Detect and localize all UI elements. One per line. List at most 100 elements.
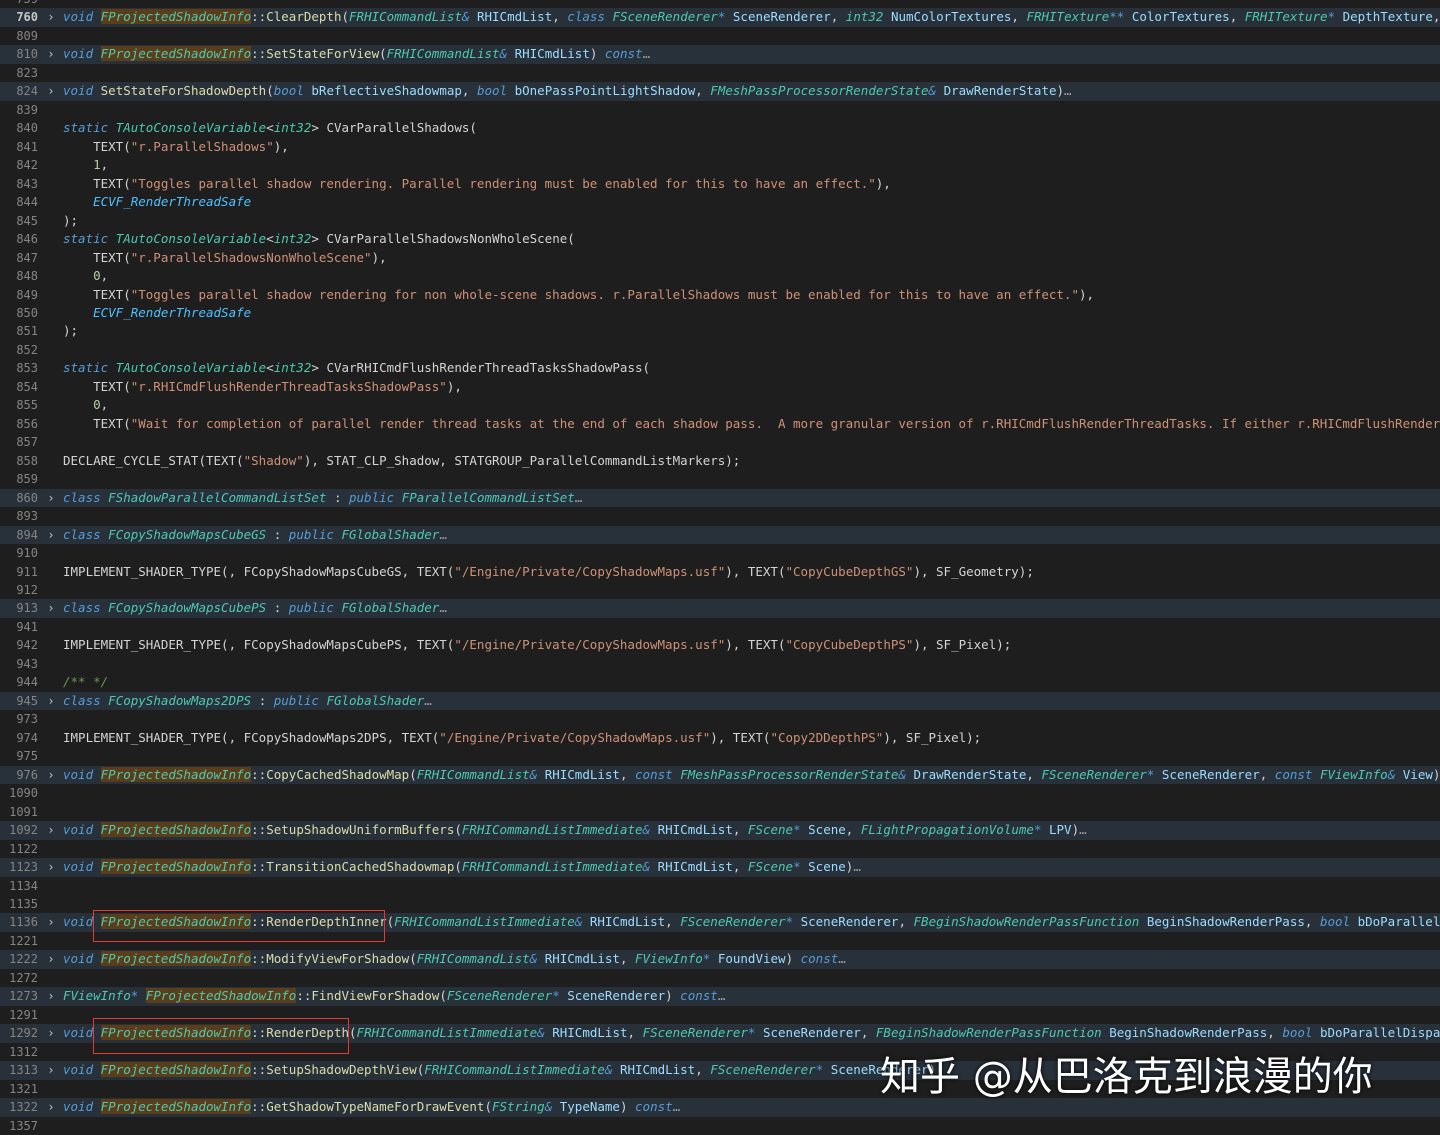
fold-chevron-icon[interactable]: › (44, 526, 58, 544)
code-token: … (717, 988, 726, 1004)
code-line[interactable]: 894 › class FCopyShadowMapsCubeGS : public… (0, 525, 1440, 545)
code-line[interactable]: 1273 › FViewInfo * FProjectedShadowInfo::Fi… (0, 987, 1440, 1006)
code-token: RHICmdList (552, 1025, 628, 1041)
code-line[interactable]: 824 › void SetStateForShadowDepth(bool bRe… (0, 82, 1440, 101)
code-line[interactable]: 860 › class FShadowParallelCommandListSet … (0, 488, 1440, 508)
code-line[interactable]: 841 TEXT("r.ParallelShadows"), (0, 138, 1440, 156)
code-line[interactable]: 912 (0, 581, 1440, 599)
code-line[interactable]: 945 › class FCopyShadowMaps2DPS : public F… (0, 691, 1440, 711)
code-line[interactable]: 974 IMPLEMENT_SHADER_TYPE(, FCopyShadowMa… (0, 729, 1440, 747)
fold-chevron-icon[interactable]: › (44, 692, 58, 710)
code-token: void (63, 1062, 94, 1078)
code-line[interactable]: 1222 › void FProjectedShadowInfo::ModifyVi… (0, 950, 1440, 969)
code-token: ECVF_RenderThreadSafe (93, 304, 252, 320)
code-token: "Toggles parallel shadow rendering. Para… (130, 175, 876, 191)
code-token: * (785, 914, 794, 930)
code-line[interactable]: 856 TEXT("Wait for completion of paralle… (0, 415, 1440, 433)
code-token: FCopyShadowMapsCubeGS (108, 526, 267, 542)
code-line[interactable]: 1122 (0, 840, 1440, 858)
code-line[interactable]: 1291 (0, 1006, 1440, 1024)
code-line[interactable]: 1357 (0, 1117, 1440, 1135)
code-line[interactable]: 943 (0, 655, 1440, 673)
line-number: 1291 (9, 1007, 38, 1022)
fold-chevron-icon[interactable]: › (44, 599, 58, 617)
code-line[interactable]: 842 1, (0, 156, 1440, 174)
code-line[interactable]: 944 /** */ (0, 673, 1440, 691)
code-token: , (1267, 1025, 1283, 1041)
fold-chevron-icon[interactable]: › (44, 1098, 58, 1116)
code-line[interactable]: 1091 (0, 803, 1440, 821)
code-line[interactable]: 1136 › void FProjectedShadowInfo::RenderDe… (0, 913, 1440, 932)
code-line[interactable]: 839 (0, 101, 1440, 119)
code-line[interactable]: 850 ECVF_RenderThreadSafe (0, 304, 1440, 322)
code-token: FCopyShadowMapsCubePS (108, 600, 267, 616)
code-token: & (928, 83, 937, 99)
code-line[interactable]: 911 IMPLEMENT_SHADER_TYPE(, FCopyShadowMa… (0, 563, 1440, 581)
fold-chevron-icon[interactable]: › (44, 950, 58, 968)
fold-chevron-icon[interactable]: › (44, 1024, 58, 1042)
code-token: FindViewForShadow (311, 988, 440, 1004)
fold-chevron-icon[interactable]: › (44, 1061, 58, 1079)
code-line[interactable]: 975 (0, 747, 1440, 765)
code-line[interactable]: 913 › class FCopyShadowMapsCubePS : public… (0, 599, 1440, 618)
fold-chevron-icon[interactable]: › (44, 821, 58, 839)
code-token: FProjectedShadowInfo (100, 9, 252, 25)
code-editor[interactable]: 759760›void FProjectedShadowInfo::ClearD… (0, 0, 1440, 1135)
code-token: "/Engine/Private/CopyShadowMaps.usf" (439, 729, 711, 745)
code-line[interactable]: 1090 (0, 784, 1440, 802)
code-line[interactable]: 941 (0, 618, 1440, 636)
code-line[interactable]: 942 IMPLEMENT_SHADER_TYPE(, FCopyShadowMa… (0, 636, 1440, 654)
code-text: IMPLEMENT_SHADER_TYPE(, FCopyShadowMapsC… (63, 636, 1440, 654)
code-line[interactable]: 854 TEXT("r.RHICmdFlushRenderThreadTasks… (0, 378, 1440, 396)
fold-chevron-icon[interactable]: › (44, 766, 58, 784)
code-token: FProjectedShadowInfo (100, 914, 252, 930)
code-line[interactable]: 859 (0, 470, 1440, 488)
code-line[interactable]: 1221 (0, 932, 1440, 950)
code-line[interactable]: 1134 (0, 877, 1440, 895)
fold-chevron-icon[interactable]: › (44, 489, 58, 507)
code-line[interactable]: 843 TEXT("Toggles parallel shadow render… (0, 175, 1440, 193)
code-line[interactable]: 853 static TAutoConsoleVariable<int32> CV… (0, 359, 1440, 377)
fold-chevron-icon[interactable]: › (44, 82, 58, 100)
code-line[interactable]: 810 › void FProjectedShadowInfo::SetStateF… (0, 45, 1440, 64)
code-token: ), (875, 175, 891, 191)
code-line[interactable]: 976 › void FProjectedShadowInfo::CopyCache… (0, 765, 1440, 785)
code-token: ( (454, 859, 462, 875)
fold-chevron-icon[interactable]: › (44, 913, 58, 931)
code-line[interactable]: 910 (0, 544, 1440, 562)
code-line[interactable]: 857 (0, 433, 1440, 451)
code-line[interactable]: 851); (0, 322, 1440, 340)
code-line[interactable]: 848 0, (0, 267, 1440, 285)
code-line[interactable]: 844 ECVF_RenderThreadSafe (0, 193, 1440, 211)
code-line[interactable]: 849 TEXT("Toggles parallel shadow render… (0, 286, 1440, 304)
code-line[interactable]: 1092 › void FProjectedShadowInfo::SetupSha… (0, 821, 1440, 840)
code-token: Scene (808, 859, 846, 875)
code-line[interactable]: 852 (0, 341, 1440, 359)
code-line[interactable]: 1292 › void FProjectedShadowInfo::RenderDe… (0, 1024, 1440, 1043)
code-line[interactable]: 846 static TAutoConsoleVariable<int32> CV… (0, 230, 1440, 248)
code-line[interactable]: 1272 (0, 969, 1440, 987)
code-line[interactable]: 759 (0, 0, 1440, 8)
fold-chevron-icon[interactable]: › (44, 858, 58, 876)
code-line[interactable]: 845); (0, 212, 1440, 230)
code-line[interactable]: 973 (0, 710, 1440, 728)
code-line[interactable]: 858 DECLARE_CYCLE_STAT(TEXT("Shadow"), ST… (0, 452, 1440, 470)
fold-chevron-icon[interactable]: › (44, 8, 58, 26)
code-line[interactable]: 823 (0, 64, 1440, 82)
code-line[interactable]: 893 (0, 507, 1440, 525)
code-line[interactable]: 1123 › void FProjectedShadowInfo::Transiti… (0, 858, 1440, 877)
code-line[interactable]: 847 TEXT("r.ParallelShadowsNonWholeScene… (0, 249, 1440, 267)
fold-chevron-icon[interactable]: › (44, 45, 58, 63)
code-line[interactable]: 840 static TAutoConsoleVariable<int32> CV… (0, 119, 1440, 137)
code-token: FRHICommandList (416, 766, 530, 782)
code-line[interactable]: 855 0, (0, 396, 1440, 414)
code-line[interactable]: 760 › void FProjectedShadowInfo::ClearDept… (0, 8, 1440, 27)
code-text: TEXT("r.RHICmdFlushRenderThreadTasksShad… (63, 378, 1440, 396)
fold-chevron-icon[interactable]: › (44, 987, 58, 1005)
code-line[interactable]: 1135 (0, 895, 1440, 913)
code-line[interactable]: 809 (0, 27, 1440, 45)
